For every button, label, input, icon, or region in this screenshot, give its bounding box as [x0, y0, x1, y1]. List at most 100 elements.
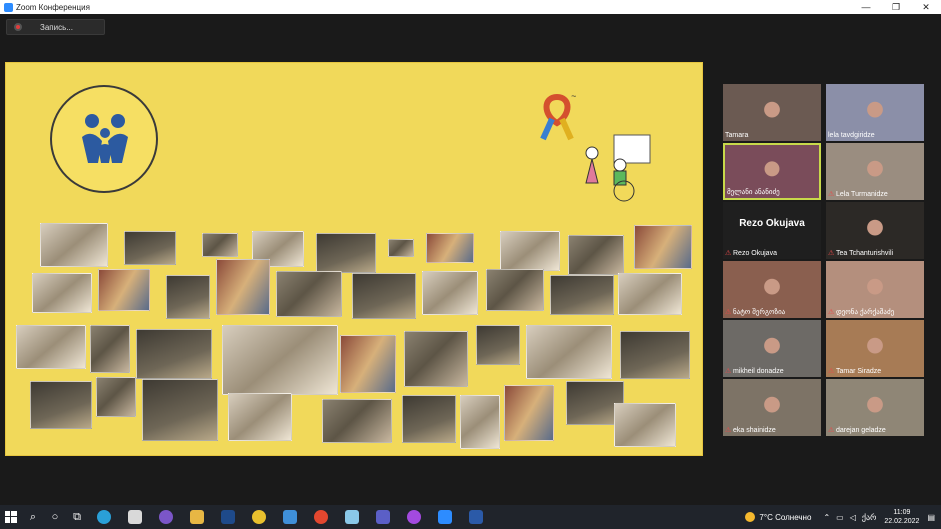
puzzle-ribbon-icon [540, 93, 574, 141]
participant-namebar: Tamara [725, 130, 748, 140]
minimize-button[interactable]: — [851, 0, 881, 14]
poster-photo [202, 233, 238, 257]
muted-mic-icon: ⚠ [725, 367, 732, 375]
participant-tile[interactable]: ⚠ ნატო შერგოზია [723, 261, 821, 318]
participant-namebar: ⚠ Rezo Okujava [725, 248, 777, 258]
poster-photo [620, 331, 690, 379]
network-icon[interactable]: ▭ [836, 513, 844, 522]
explorer-icon[interactable] [181, 505, 212, 529]
windows-start-icon[interactable] [0, 505, 22, 529]
poster-photo [500, 231, 560, 271]
participant-tile[interactable]: lela tavdgiridze [826, 84, 924, 141]
participant-tile[interactable]: ⚠ mikheil donadze [723, 320, 821, 377]
participant-namebar: მელანი ანანიძე [727, 187, 780, 197]
small-script-text: ~ [571, 91, 577, 101]
teams-icon[interactable] [367, 505, 398, 529]
participant-tile[interactable]: ⚠ darejan geladze [826, 379, 924, 436]
poster-photo [526, 325, 612, 379]
participant-namebar: ⚠ Lela Turmanidze [828, 189, 888, 199]
zoom-icon [4, 2, 13, 12]
search-icon[interactable]: ⌕ [22, 505, 44, 529]
poster-photo [90, 325, 130, 373]
participant-name: Tamara [725, 131, 749, 139]
poster-photo [340, 335, 396, 393]
participant-namebar: ⚠ დეონა ქარქაშაძე [828, 307, 894, 317]
participant-namebar: ⚠ darejan geladze [828, 425, 886, 435]
children-drawing-icon [585, 134, 651, 202]
muted-mic-icon: ⚠ [828, 426, 835, 434]
participant-namebar: ⚠ eka shainidze [725, 425, 776, 435]
muted-mic-icon: ⚠ [725, 249, 732, 257]
weather-sun-icon [745, 512, 756, 522]
poster-photo [422, 271, 478, 315]
poster-photo [124, 231, 176, 265]
participant-avatar-name: Rezo Okujava [739, 218, 805, 229]
participant-name: eka shainidze [733, 426, 776, 434]
participant-name: lela tavdgiridze [828, 131, 875, 139]
participant-gallery: Tamara lela tavdgiridze მელანი ანანიძე ⚠ Lel… [723, 84, 924, 436]
clock[interactable]: 11:09 22.02.2022 [884, 508, 919, 526]
participant-tile[interactable]: ⚠ დეონა ქარქაშაძე [826, 261, 924, 318]
participant-tile[interactable]: ⚠ eka shainidze [723, 379, 821, 436]
participant-tile[interactable]: მელანი ანანიძე [723, 143, 821, 200]
poster-photo [568, 235, 624, 275]
viber-icon[interactable] [150, 505, 181, 529]
poster-photo [352, 273, 416, 319]
participant-namebar: lela tavdgiridze [828, 130, 875, 140]
weather-text[interactable]: 7°C Солнечно [759, 513, 811, 522]
participant-tile[interactable]: Tamara [723, 84, 821, 141]
cortana-icon[interactable]: ○ [44, 505, 66, 529]
poster-photo [404, 331, 468, 387]
poster-photo [426, 233, 474, 263]
muted-mic-icon: ⚠ [725, 426, 732, 434]
chrome-icon[interactable] [243, 505, 274, 529]
system-tray: 7°C Солнечно ⌃ ▭ ◁ ქარ 11:09 22.02.2022 … [745, 505, 941, 529]
messenger-icon[interactable] [398, 505, 429, 529]
participant-namebar: ⚠ ნატო შერგოზია [725, 307, 785, 317]
zoom-icon[interactable] [429, 505, 460, 529]
recording-indicator[interactable]: Запись... [6, 19, 105, 35]
participant-tile[interactable]: ⚠ Tea Tchanturishvili [826, 202, 924, 259]
muted-mic-icon: ⚠ [828, 249, 835, 257]
organization-logo [50, 85, 158, 193]
poster-photo [216, 259, 270, 315]
word-icon[interactable] [460, 505, 491, 529]
muted-mic-icon: ⚠ [828, 367, 835, 375]
window-titlebar: Zoom Конференция — ❐ ✕ [0, 0, 941, 14]
poster-photo [166, 275, 210, 319]
paint-icon[interactable] [336, 505, 367, 529]
edge-icon[interactable] [88, 505, 119, 529]
volume-icon[interactable]: ◁ [850, 513, 856, 522]
participant-namebar: ⚠ mikheil donadze [725, 366, 784, 376]
poster-photo [222, 325, 338, 395]
poster-photo [16, 325, 86, 369]
participant-tile[interactable]: Rezo Okujava ⚠ Rezo Okujava [723, 202, 821, 259]
participant-namebar: ⚠ Tea Tchanturishvili [828, 248, 893, 258]
poster-photo [614, 403, 676, 447]
participant-name: Rezo Okujava [733, 249, 777, 257]
task-view-icon[interactable]: ⧉ [66, 505, 88, 529]
muted-mic-icon: ⚠ [725, 308, 732, 316]
participant-tile[interactable]: ⚠ Lela Turmanidze [826, 143, 924, 200]
family-logo-icon [82, 114, 128, 163]
taskbar-apps [88, 505, 491, 529]
participant-name: darejan geladze [836, 426, 886, 434]
b-app-icon[interactable] [212, 505, 243, 529]
tray-chevron-icon[interactable]: ⌃ [823, 513, 830, 522]
poster-photo [634, 225, 692, 269]
language-indicator[interactable]: ქარ [862, 513, 877, 522]
mail-icon[interactable] [274, 505, 305, 529]
media-icon[interactable] [305, 505, 336, 529]
participant-tile[interactable]: ⚠ Tamar Siradze [826, 320, 924, 377]
poster-photo [136, 329, 212, 379]
participant-name: Tea Tchanturishvili [836, 249, 894, 257]
notifications-icon[interactable]: ▤ [927, 513, 935, 522]
poster-photo [504, 385, 554, 441]
poster-photo [316, 233, 376, 273]
maximize-button[interactable]: ❐ [881, 0, 911, 14]
muted-mic-icon: ⚠ [828, 190, 835, 198]
close-button[interactable]: ✕ [911, 0, 941, 14]
poster-photo [486, 269, 544, 311]
store-icon[interactable] [119, 505, 150, 529]
recording-label: Запись... [40, 22, 73, 32]
